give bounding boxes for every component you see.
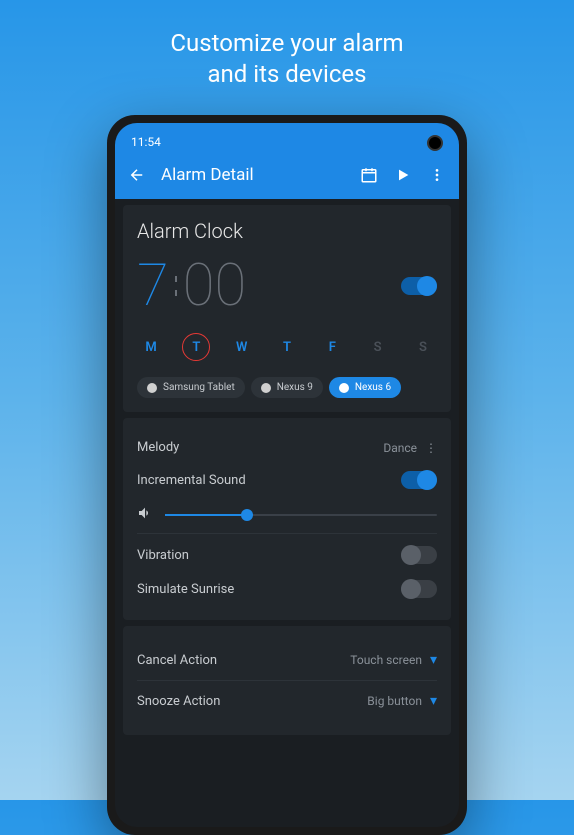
device-chip-2[interactable]: Nexus 6	[329, 377, 401, 398]
device-dot-icon	[147, 383, 157, 393]
alarm-enable-toggle[interactable]	[401, 277, 437, 295]
vibration-label: Vibration	[137, 548, 189, 563]
devices-row: Samsung Tablet Nexus 9 Nexus 6	[137, 377, 437, 398]
time-separator	[169, 276, 183, 296]
alarm-title: Alarm Clock	[137, 219, 437, 243]
sunrise-label: Simulate Sunrise	[137, 582, 234, 597]
volume-icon	[137, 505, 153, 525]
snooze-action-row[interactable]: Snooze Action Big button ▾	[137, 681, 437, 721]
days-row: MTWTFSS	[137, 333, 437, 361]
app-bar: Alarm Detail	[115, 155, 459, 199]
vibration-row: Vibration	[137, 538, 437, 572]
alarm-card: Alarm Clock 7 00 MTWTFSS Samsung TabletN…	[123, 205, 451, 412]
melody-row[interactable]: Melody Dance ⋮	[137, 432, 437, 463]
alarm-hour: 7	[137, 257, 169, 315]
camera-hole	[427, 135, 443, 151]
device-chip-0[interactable]: Samsung Tablet	[137, 377, 245, 398]
promo-heading: Customize your alarm and its devices	[0, 0, 574, 90]
day-5[interactable]: S	[364, 333, 392, 361]
device-label: Samsung Tablet	[163, 382, 235, 393]
melody-more-icon[interactable]: ⋮	[425, 441, 437, 455]
incremental-toggle[interactable]	[401, 471, 437, 489]
day-4[interactable]: F	[318, 333, 346, 361]
status-bar: 11:54	[115, 123, 459, 155]
time-row: 7 00	[137, 257, 437, 315]
actions-card: Cancel Action Touch screen ▾ Snooze Acti…	[123, 626, 451, 735]
day-6[interactable]: S	[409, 333, 437, 361]
snooze-action-value: Big button	[367, 694, 422, 708]
device-chip-1[interactable]: Nexus 9	[251, 377, 323, 398]
day-2[interactable]: W	[228, 333, 256, 361]
sunrise-toggle[interactable]	[401, 580, 437, 598]
melody-label: Melody	[137, 440, 179, 455]
day-1[interactable]: T	[182, 333, 210, 361]
phone-screen: 11:54 Alarm Detail Alarm Clock 7	[115, 123, 459, 827]
calendar-icon[interactable]	[359, 165, 379, 185]
alarm-time[interactable]: 7 00	[137, 257, 246, 315]
page-title: Alarm Detail	[161, 165, 345, 185]
dropdown-icon: ▾	[430, 693, 437, 709]
back-button[interactable]	[127, 165, 147, 185]
device-label: Nexus 9	[277, 382, 313, 393]
dropdown-icon: ▾	[430, 652, 437, 668]
device-dot-icon	[339, 383, 349, 393]
cancel-action-value: Touch screen	[350, 653, 422, 667]
volume-slider[interactable]	[165, 514, 437, 516]
melody-value: Dance	[383, 441, 417, 455]
status-time: 11:54	[131, 135, 161, 149]
content-area: Alarm Clock 7 00 MTWTFSS Samsung TabletN…	[115, 205, 459, 735]
day-0[interactable]: M	[137, 333, 165, 361]
cancel-action-row[interactable]: Cancel Action Touch screen ▾	[137, 640, 437, 681]
sound-card: Melody Dance ⋮ Incremental Sound	[123, 418, 451, 620]
sunrise-row: Simulate Sunrise	[137, 572, 437, 606]
phone-frame: 11:54 Alarm Detail Alarm Clock 7	[107, 115, 467, 835]
slider-thumb[interactable]	[241, 509, 253, 521]
more-icon[interactable]	[427, 165, 447, 185]
incremental-label: Incremental Sound	[137, 473, 246, 488]
alarm-minutes: 00	[183, 257, 247, 315]
incremental-row: Incremental Sound	[137, 463, 437, 497]
device-dot-icon	[261, 383, 271, 393]
device-label: Nexus 6	[355, 382, 391, 393]
snooze-action-label: Snooze Action	[137, 694, 220, 709]
cancel-action-label: Cancel Action	[137, 653, 217, 668]
vibration-toggle[interactable]	[401, 546, 437, 564]
volume-row	[137, 497, 437, 529]
day-3[interactable]: T	[273, 333, 301, 361]
play-icon[interactable]	[393, 165, 413, 185]
